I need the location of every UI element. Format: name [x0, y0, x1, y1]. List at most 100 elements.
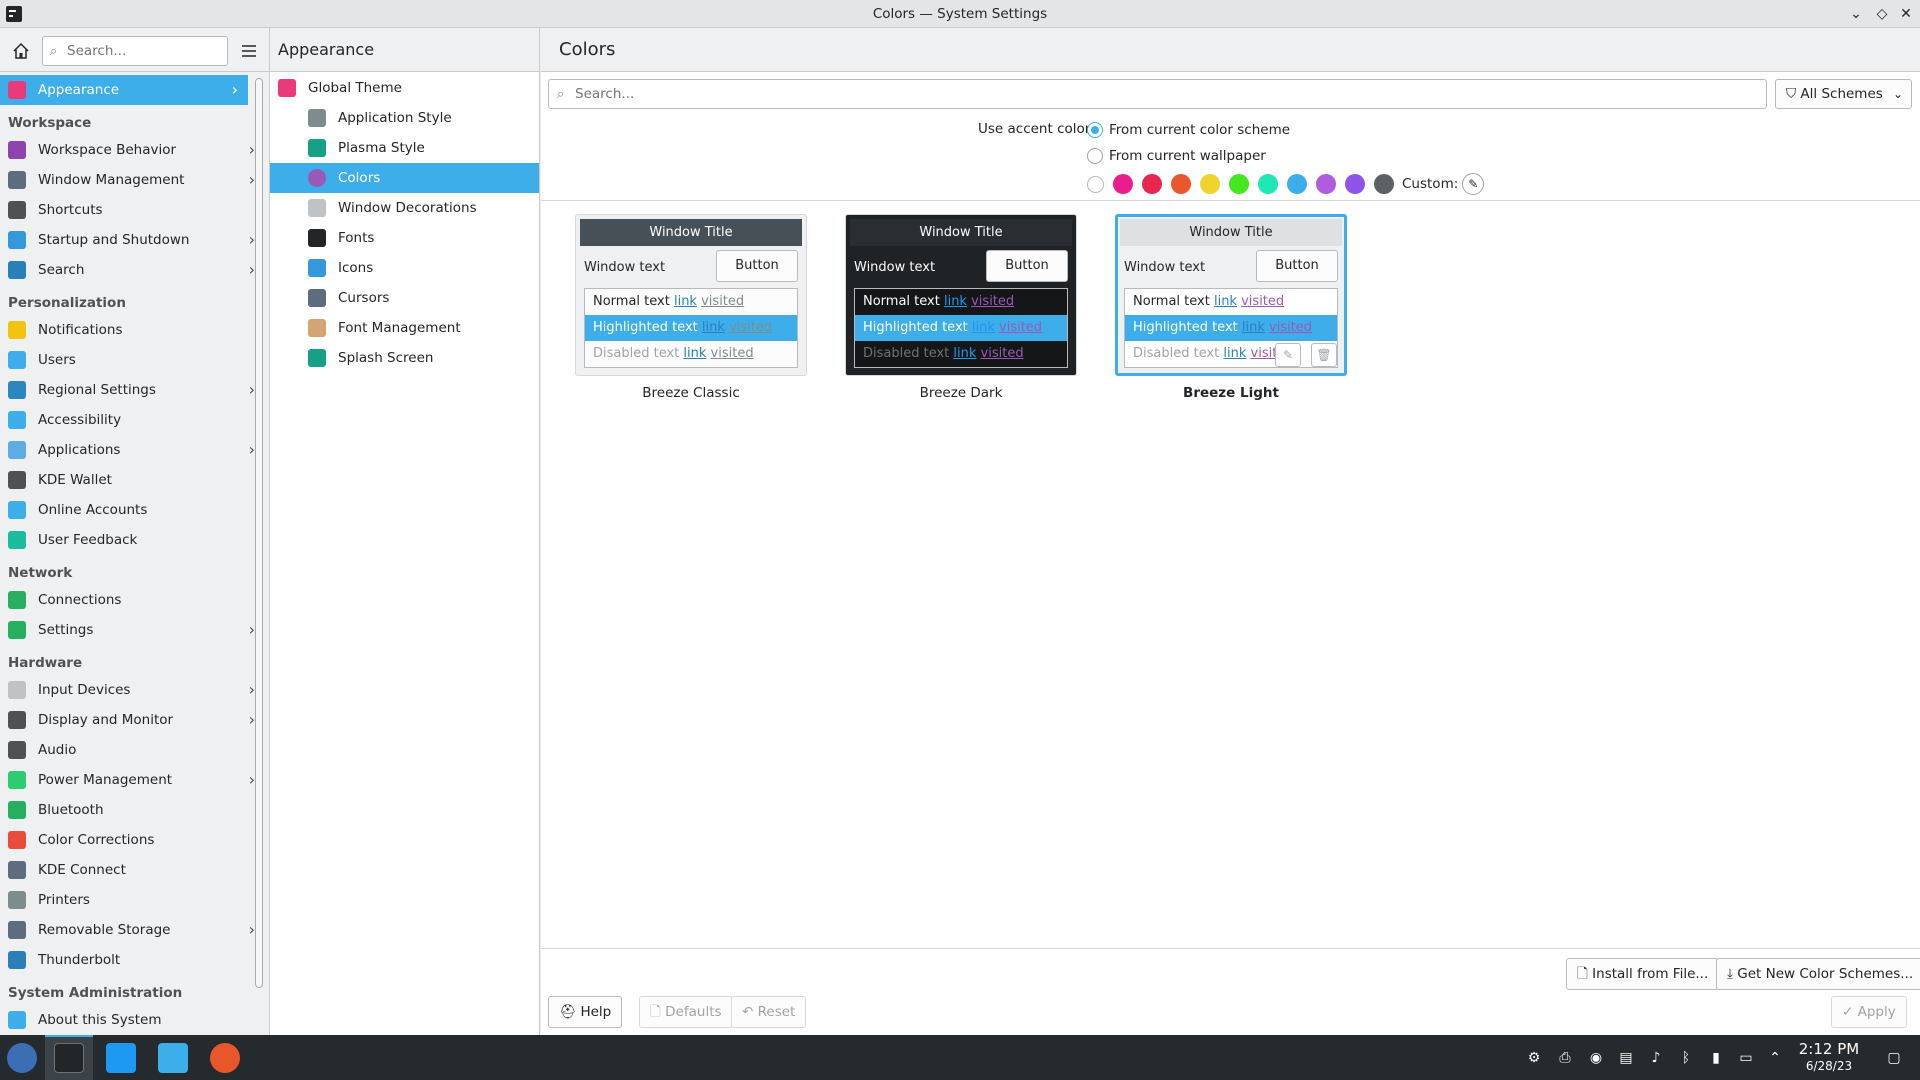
- bluetooth-tray-icon[interactable]: ᛒ: [1677, 1049, 1695, 1067]
- subpanel-item-font-management[interactable]: Font Management: [270, 313, 539, 343]
- system-settings-task-icon[interactable]: [54, 1043, 84, 1073]
- sidebar-item-display-and-monitor[interactable]: Display and Monitor ›: [0, 705, 269, 735]
- sidebar-item-removable-storage[interactable]: Removable Storage ›: [0, 915, 269, 945]
- accent-swatch[interactable]: [1113, 174, 1133, 194]
- sidebar-item-appearance[interactable]: Appearance ›: [0, 75, 248, 105]
- accent-swatch[interactable]: [1287, 174, 1307, 194]
- home-icon[interactable]: [8, 38, 34, 64]
- sidebar-item-connections[interactable]: Connections: [0, 585, 269, 615]
- battery-tray-icon[interactable]: ▮: [1707, 1049, 1725, 1067]
- subpanel-item-fonts[interactable]: Fonts: [270, 223, 539, 253]
- sidebar-item-printers[interactable]: Printers: [0, 885, 269, 915]
- accent-swatch[interactable]: [1142, 174, 1162, 194]
- scheme-card-breeze-classic[interactable]: Window Title Window text Button Normal text…: [575, 214, 807, 401]
- subpanel-item-plasma-style[interactable]: Plasma Style: [270, 133, 539, 163]
- accent-swatch-none[interactable]: [1087, 175, 1104, 193]
- subpanel-item-application-style[interactable]: Application Style: [270, 103, 539, 133]
- sidebar-item-bluetooth[interactable]: Bluetooth: [0, 795, 269, 825]
- chevron-up-icon[interactable]: ⌃: [1766, 1049, 1784, 1067]
- sidebar-item-online-accounts[interactable]: Online Accounts: [0, 495, 269, 525]
- preview-view: Normal text link visited Highlighted text…: [584, 288, 798, 368]
- firefox-icon[interactable]: [210, 1043, 240, 1073]
- scheme-filter-dropdown[interactable]: ⛉ All Schemes ⌄: [1775, 79, 1912, 109]
- accent-radio-scheme[interactable]: From current color scheme: [1087, 121, 1290, 141]
- file-manager-icon[interactable]: [158, 1043, 188, 1073]
- accent-swatch[interactable]: [1200, 174, 1220, 194]
- sidebar-item-color-corrections[interactable]: Color Corrections: [0, 825, 269, 855]
- reset-button[interactable]: ↶ Reset: [731, 996, 807, 1028]
- clipboard-tray-icon[interactable]: ▤: [1617, 1049, 1635, 1067]
- close-icon[interactable]: ✕: [1896, 4, 1916, 24]
- sidebar-item-accessibility[interactable]: Accessibility: [0, 405, 269, 435]
- kde-connect-tray-icon[interactable]: ⚙: [1525, 1049, 1543, 1067]
- accent-swatch[interactable]: [1258, 174, 1278, 194]
- subpanel-item-icons[interactable]: Icons: [270, 253, 539, 283]
- maximize-icon[interactable]: ◇: [1872, 4, 1892, 24]
- sidebar-item-window-management[interactable]: Window Management ›: [0, 165, 269, 195]
- sidebar-item-power-management[interactable]: Power Management ›: [0, 765, 269, 795]
- defaults-button[interactable]: 🗋 Defaults: [639, 996, 733, 1028]
- subpanel-item-splash-screen[interactable]: Splash Screen: [270, 343, 539, 373]
- sidebar-item-kde-wallet[interactable]: KDE Wallet: [0, 465, 269, 495]
- accent-swatch[interactable]: [1345, 174, 1365, 194]
- sidebar-item-thunderbolt[interactable]: Thunderbolt: [0, 945, 269, 975]
- scheme-preview[interactable]: Window Title Window text Button Normal text…: [1115, 214, 1347, 376]
- install-from-file-button[interactable]: 🗋 Install from File...: [1566, 958, 1720, 990]
- sidebar-item-applications[interactable]: Applications ›: [0, 435, 269, 465]
- radio-button[interactable]: [1087, 122, 1103, 138]
- sidebar-item-kde-connect[interactable]: KDE Connect: [0, 855, 269, 885]
- window-title: Colors — System Settings: [872, 6, 1048, 22]
- scheme-preview[interactable]: Window Title Window text Button Normal text…: [575, 214, 807, 376]
- printer-tray-icon[interactable]: ⎙: [1556, 1049, 1574, 1067]
- help-button[interactable]: ⛑ Help: [548, 996, 623, 1028]
- accent-swatch[interactable]: [1374, 174, 1394, 194]
- network-tray-icon[interactable]: ▭: [1737, 1049, 1755, 1067]
- radio-button[interactable]: [1087, 148, 1103, 164]
- scheme-search-input[interactable]: [575, 85, 1755, 103]
- sidebar-item-shortcuts[interactable]: Shortcuts: [0, 195, 269, 225]
- search-icon: ⌕: [557, 87, 565, 102]
- subpanel-item-global-theme[interactable]: Global Theme: [270, 73, 539, 103]
- sidebar-item-user-feedback[interactable]: User Feedback: [0, 525, 269, 555]
- sidebar-item-input-devices[interactable]: Input Devices ›: [0, 675, 269, 705]
- hamburger-menu-icon[interactable]: [236, 38, 262, 64]
- sidebar-item-regional-settings[interactable]: Regional Settings ›: [0, 375, 269, 405]
- sidebar-search-input[interactable]: [67, 42, 222, 60]
- edit-scheme-icon[interactable]: ✎: [1275, 343, 1301, 367]
- sidebar-item-users[interactable]: Users: [0, 345, 269, 375]
- subpanel-item-window-decorations[interactable]: Window Decorations: [270, 193, 539, 223]
- sidebar-item-settings[interactable]: Settings ›: [0, 615, 269, 645]
- volume-tray-icon[interactable]: ♪: [1647, 1049, 1665, 1067]
- scheme-preview[interactable]: Window Title Window text Button Normal text…: [845, 214, 1077, 376]
- sidebar-scrollbar[interactable]: [255, 78, 263, 988]
- scheme-search[interactable]: ⌕: [548, 79, 1767, 109]
- scheme-card-breeze-dark[interactable]: Window Title Window text Button Normal text…: [845, 214, 1077, 401]
- fedora-launcher-icon[interactable]: [7, 1043, 37, 1073]
- show-desktop-icon[interactable]: ▢: [1885, 1049, 1903, 1067]
- sidebar-search[interactable]: ⌕: [42, 36, 228, 66]
- updates-tray-icon[interactable]: ◉: [1587, 1049, 1605, 1067]
- sidebar-item-label: Settings: [38, 622, 94, 638]
- sidebar-item-about-this-system[interactable]: About this System: [0, 1005, 269, 1035]
- apply-button[interactable]: ✓ Apply: [1831, 996, 1907, 1028]
- preview-visited: visited: [1241, 294, 1285, 309]
- accent-swatch[interactable]: [1229, 174, 1249, 194]
- subpanel-item-colors[interactable]: Colors: [270, 163, 539, 193]
- sidebar-item-search[interactable]: Search ›: [0, 255, 269, 285]
- get-new-schemes-button[interactable]: ⤓ Get New Color Schemes...: [1716, 958, 1920, 990]
- accent-radio-wallpaper[interactable]: From current wallpaper: [1087, 147, 1266, 167]
- minimize-icon[interactable]: ⌄: [1846, 4, 1866, 24]
- settings-icon: [8, 621, 26, 639]
- clock[interactable]: 2:12 PM 6/28/23: [1794, 1040, 1864, 1073]
- subpanel-item-cursors[interactable]: Cursors: [270, 283, 539, 313]
- delete-scheme-icon[interactable]: 🗑: [1311, 343, 1337, 367]
- color-picker-icon[interactable]: ✎: [1462, 173, 1485, 195]
- scheme-card-breeze-light[interactable]: Window Title Window text Button Normal text…: [1115, 214, 1347, 401]
- discover-icon[interactable]: [106, 1043, 136, 1073]
- sidebar-item-startup-and-shutdown[interactable]: Startup and Shutdown ›: [0, 225, 269, 255]
- sidebar-item-notifications[interactable]: Notifications: [0, 315, 269, 345]
- accent-swatch[interactable]: [1316, 174, 1336, 194]
- sidebar-item-workspace-behavior[interactable]: Workspace Behavior ›: [0, 135, 269, 165]
- accent-swatch[interactable]: [1171, 174, 1191, 194]
- sidebar-item-audio[interactable]: Audio: [0, 735, 269, 765]
